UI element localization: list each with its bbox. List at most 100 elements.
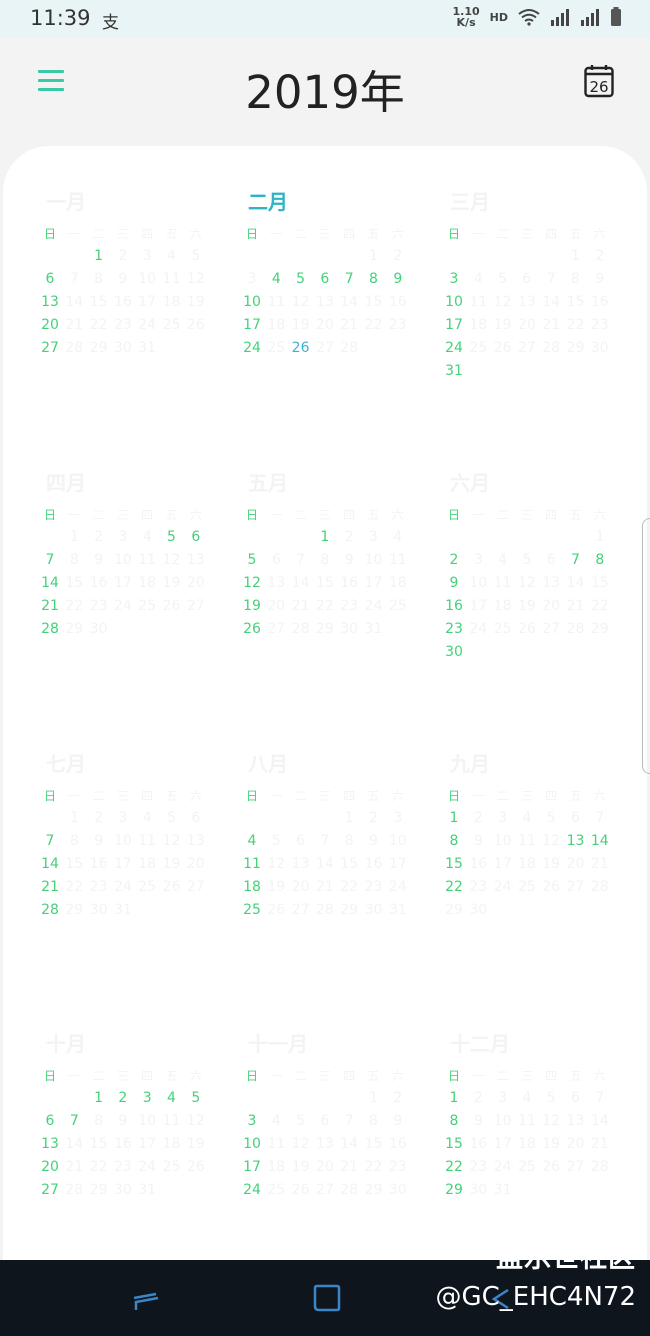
day-cell[interactable]: 3 [491,810,515,826]
day-cell[interactable]: 6 [264,552,288,568]
day-cell[interactable]: 7 [62,271,86,287]
day-cell[interactable]: 30 [362,902,386,918]
day-cell[interactable]: 21 [564,598,588,614]
day-cell[interactable]: 20 [264,598,288,614]
day-cell[interactable]: 2 [111,1090,135,1106]
day-cell[interactable]: 7 [337,271,361,287]
day-cell[interactable]: 8 [442,1113,466,1129]
day-cell[interactable]: 13 [564,1113,588,1129]
day-cell[interactable]: 25 [264,1182,288,1198]
day-cell[interactable]: 23 [386,1159,410,1175]
day-cell[interactable]: 30 [386,1182,410,1198]
day-cell[interactable]: 27 [539,621,563,637]
day-cell[interactable]: 1 [362,248,386,264]
day-cell[interactable]: 5 [491,271,515,287]
day-cell[interactable]: 14 [588,1113,612,1129]
day-cell[interactable]: 25 [515,1159,539,1175]
day-cell[interactable]: 5 [160,529,184,545]
day-cell[interactable]: 11 [135,833,159,849]
month-title[interactable]: 八月 [248,748,288,777]
month-title[interactable]: 十二月 [450,1028,510,1057]
day-cell[interactable]: 15 [362,1136,386,1152]
day-cell[interactable]: 11 [264,1136,288,1152]
day-cell[interactable]: 30 [111,1182,135,1198]
day-cell[interactable]: 8 [62,552,86,568]
day-cell[interactable]: 21 [539,317,563,333]
day-cell[interactable]: 29 [442,1182,466,1198]
day-cell[interactable]: 20 [184,575,208,591]
day-cell[interactable]: 25 [466,340,490,356]
day-cell[interactable]: 2 [111,248,135,264]
day-cell[interactable]: 29 [564,340,588,356]
day-cell[interactable]: 2 [87,529,111,545]
day-cell[interactable]: 3 [135,248,159,264]
day-cell[interactable]: 19 [184,294,208,310]
day-cell[interactable]: 2 [442,552,466,568]
day-cell[interactable]: 14 [62,294,86,310]
day-cell[interactable]: 7 [588,1090,612,1106]
day-cell[interactable]: 29 [87,1182,111,1198]
day-cell[interactable]: 26 [491,340,515,356]
scroll-handle[interactable] [642,518,650,774]
day-cell[interactable]: 1 [588,529,612,545]
day-cell[interactable]: 10 [491,833,515,849]
day-cell[interactable]: 10 [466,575,490,591]
day-cell[interactable]: 17 [111,575,135,591]
day-cell[interactable]: 8 [313,552,337,568]
day-cell[interactable]: 28 [564,621,588,637]
day-cell[interactable]: 28 [38,621,62,637]
day-cell[interactable]: 22 [87,1159,111,1175]
day-cell[interactable]: 30 [337,621,361,637]
day-cell[interactable]: 2 [362,810,386,826]
day-cell[interactable]: 17 [442,317,466,333]
day-cell[interactable]: 18 [135,856,159,872]
day-cell[interactable]: 16 [466,1136,490,1152]
day-cell[interactable]: 6 [313,1113,337,1129]
day-cell[interactable]: 24 [240,340,264,356]
day-cell[interactable]: 14 [313,856,337,872]
day-cell[interactable]: 11 [515,833,539,849]
day-cell[interactable]: 17 [386,856,410,872]
day-cell[interactable]: 18 [515,856,539,872]
day-cell[interactable]: 10 [240,294,264,310]
day-cell[interactable]: 12 [240,575,264,591]
day-cell[interactable]: 28 [539,340,563,356]
day-cell[interactable]: 19 [184,1136,208,1152]
day-cell[interactable]: 16 [362,856,386,872]
day-cell[interactable]: 6 [184,529,208,545]
day-cell[interactable]: 18 [386,575,410,591]
day-cell[interactable]: 22 [62,879,86,895]
day-cell[interactable]: 1 [442,1090,466,1106]
day-cell[interactable]: 10 [442,294,466,310]
day-cell[interactable]: 21 [62,1159,86,1175]
day-cell[interactable]: 9 [442,575,466,591]
day-cell[interactable]: 15 [62,575,86,591]
day-cell[interactable]: 10 [135,271,159,287]
day-cell[interactable]: 7 [38,552,62,568]
day-cell[interactable]: 6 [289,833,313,849]
day-cell[interactable]: 17 [491,856,515,872]
day-cell[interactable]: 23 [466,879,490,895]
day-cell[interactable]: 17 [111,856,135,872]
day-cell[interactable]: 6 [564,810,588,826]
day-cell[interactable]: 5 [184,1090,208,1106]
day-cell[interactable]: 27 [184,598,208,614]
day-cell[interactable]: 5 [240,552,264,568]
day-cell[interactable]: 18 [264,1159,288,1175]
day-cell[interactable]: 28 [313,902,337,918]
day-cell[interactable]: 18 [515,1136,539,1152]
day-cell[interactable]: 31 [442,363,466,379]
day-cell[interactable]: 12 [539,833,563,849]
day-cell[interactable]: 15 [362,294,386,310]
day-cell[interactable]: 6 [539,552,563,568]
day-cell[interactable]: 8 [87,1113,111,1129]
day-cell[interactable]: 24 [491,1159,515,1175]
day-cell[interactable]: 30 [466,1182,490,1198]
day-cell[interactable]: 27 [264,621,288,637]
day-cell[interactable]: 20 [184,856,208,872]
day-cell[interactable]: 15 [87,294,111,310]
day-cell[interactable]: 1 [62,529,86,545]
day-cell[interactable]: 11 [491,575,515,591]
day-cell[interactable]: 5 [264,833,288,849]
day-cell[interactable]: 16 [111,1136,135,1152]
